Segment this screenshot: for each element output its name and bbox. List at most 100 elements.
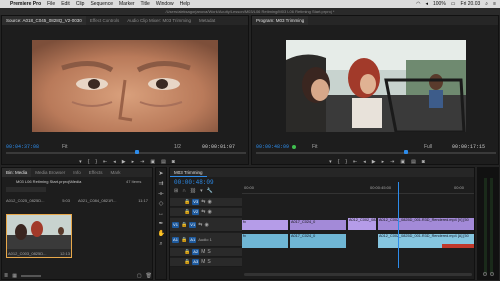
tab-m03-trimming[interactable]: M03 Trimming [170, 168, 207, 177]
step-back-frame-icon[interactable]: ◂ [113, 159, 116, 165]
mute-icon[interactable]: M [201, 259, 205, 265]
source-playhead[interactable] [135, 150, 139, 154]
export-frame-icon[interactable]: ◙ [422, 159, 425, 165]
clock[interactable]: Fri 20.03 [461, 1, 481, 7]
app-menu[interactable]: Premiere Pro [10, 1, 41, 7]
go-to-in-icon[interactable]: } [95, 159, 97, 165]
track-label-v3[interactable]: V3 [192, 199, 200, 205]
lock-icon[interactable]: 🔒 [184, 199, 190, 205]
linked-selection-icon[interactable]: ⛓ [190, 188, 196, 194]
icon-view-icon[interactable]: ▦ [12, 273, 17, 279]
menu-file[interactable]: File [47, 1, 55, 7]
lock-icon[interactable]: 🔒 [184, 259, 190, 265]
zoom-slider[interactable] [20, 274, 41, 277]
meter-solo-button[interactable] [483, 272, 487, 276]
tab-media-browser[interactable]: Media Browser [31, 168, 69, 177]
timeline-timecode[interactable]: 00:00:48:09 [174, 179, 214, 186]
audio-clip-red[interactable] [442, 244, 474, 248]
menu-marker[interactable]: Marker [119, 1, 135, 7]
overwrite-icon[interactable]: ▤ [161, 159, 166, 165]
hand-icon[interactable]: ✋ [158, 231, 165, 238]
selection-tool-icon[interactable]: ➤ [158, 171, 165, 178]
lock-icon[interactable]: 🔒 [184, 209, 190, 215]
sync-lock-icon[interactable]: ⇆ [201, 199, 205, 205]
track-label-a1[interactable]: A1 [189, 236, 197, 243]
list-view-icon[interactable]: ≣ [4, 273, 8, 279]
eye-icon[interactable]: ◉ [204, 222, 208, 228]
video-clip[interactable]: A012_C002_0825D_001.R3D_Rendered.mp4 [V]… [378, 218, 474, 230]
program-video-frame[interactable] [286, 40, 466, 132]
eye-icon[interactable]: ◉ [207, 199, 211, 205]
menu-icon[interactable]: ≡ [493, 1, 496, 7]
step-forward-icon[interactable]: ⇥ [140, 159, 144, 165]
play-icon[interactable]: ▶ [122, 159, 126, 165]
mark-in-icon[interactable]: ▾ [79, 159, 82, 165]
ripple-edit-icon[interactable]: ⟛ [158, 191, 165, 198]
extract-icon[interactable]: ▤ [411, 159, 416, 165]
timeline-playhead[interactable] [398, 182, 399, 268]
sync-lock-icon[interactable]: ⇆ [198, 222, 202, 228]
timeline-scrollbar[interactable] [244, 273, 472, 276]
mark-in-icon[interactable]: ▾ [329, 159, 332, 165]
lock-icon[interactable]: 🔒 [181, 237, 187, 243]
trash-icon[interactable]: 🗑 [146, 273, 152, 279]
insert-icon[interactable]: ▣ [150, 159, 155, 165]
lock-icon[interactable]: 🔒 [181, 222, 187, 228]
nest-icon[interactable]: ⊞ [174, 188, 178, 194]
new-item-icon[interactable]: ▢ [137, 273, 142, 279]
menu-clip[interactable]: Clip [76, 1, 85, 7]
source-timecode[interactable]: 00:04:37:08 [6, 144, 39, 150]
source-fit-select[interactable]: Fit [62, 144, 68, 150]
track-label-a2[interactable]: A2 [192, 249, 200, 255]
source-scrubber[interactable] [6, 152, 246, 154]
tab-markers[interactable]: Mark [106, 168, 124, 177]
audio-clip[interactable]: fx [242, 234, 288, 248]
search-icon[interactable]: ⌕ [485, 1, 488, 7]
solo-icon[interactable]: S [207, 249, 210, 255]
program-fit-select[interactable]: Fit [312, 144, 318, 150]
thumb-card[interactable]: A012_C025_0825D... 5:03 [6, 198, 70, 210]
tab-bin-media[interactable]: Bin: Media [2, 168, 32, 177]
step-forward-frame-icon[interactable]: ▸ [382, 159, 385, 165]
meter-solo-button[interactable] [490, 272, 494, 276]
program-quality-select[interactable]: Full [424, 144, 432, 150]
menu-sequence[interactable]: Sequence [90, 1, 113, 7]
tab-program[interactable]: Program: M03 Trimming [252, 16, 309, 25]
volume-icon[interactable]: ◂ [425, 1, 428, 7]
thumb-card[interactable]: A021_C084_0821R... 11:17 [78, 198, 148, 210]
step-back-frame-icon[interactable]: ◂ [363, 159, 366, 165]
mark-out-icon[interactable]: { [88, 159, 90, 165]
bin-search[interactable] [6, 187, 46, 192]
menu-title[interactable]: Title [141, 1, 150, 7]
export-frame-icon[interactable]: ◙ [172, 159, 175, 165]
go-to-in-icon[interactable]: } [345, 159, 347, 165]
tab-effect-controls[interactable]: Effect Controls [86, 16, 123, 25]
track-label-v2[interactable]: V2 [192, 209, 200, 215]
step-forward-frame-icon[interactable]: ▸ [132, 159, 135, 165]
step-forward-icon[interactable]: ⇥ [390, 159, 394, 165]
program-timecode[interactable]: 00:00:48:09 [256, 144, 289, 150]
source-patch-v1[interactable]: V1 [172, 221, 179, 228]
razor-icon[interactable]: ◇ [158, 201, 165, 208]
source-resolution-select[interactable]: 1/2 [174, 144, 181, 150]
program-scrubber[interactable] [256, 152, 496, 154]
wrench-icon[interactable]: 🔧 [207, 188, 213, 194]
tab-effects[interactable]: Effects [85, 168, 107, 177]
step-back-icon[interactable]: ⇤ [103, 159, 107, 165]
track-label-v1[interactable]: V1 [189, 221, 197, 228]
program-playhead[interactable] [404, 150, 408, 154]
play-icon[interactable]: ▶ [372, 159, 376, 165]
video-clip[interactable]: A017_C024_0 [290, 220, 346, 230]
audio-clip[interactable]: A017_C024_0 [290, 234, 346, 248]
timeline-tracks-area[interactable]: fx A017_C024_0 A012_C002_0825D... A012_C… [242, 182, 474, 268]
tab-source[interactable]: Source: A018_C045_0828Q_V2-0030 [2, 16, 86, 25]
eye-icon[interactable]: ◉ [207, 209, 211, 215]
source-patch-a1[interactable]: A1 [172, 236, 179, 243]
track-label-a3[interactable]: A3 [192, 259, 200, 265]
slip-icon[interactable]: ↔ [158, 211, 165, 218]
wifi-icon[interactable]: ◠ [416, 1, 420, 7]
add-marker-icon[interactable]: ▾ [200, 188, 203, 194]
source-video-frame[interactable] [32, 40, 218, 132]
zoom-icon[interactable]: ⌕ [158, 241, 165, 248]
thumb-card-selected[interactable]: A012_C003_0825D... 12:13 [6, 214, 72, 258]
